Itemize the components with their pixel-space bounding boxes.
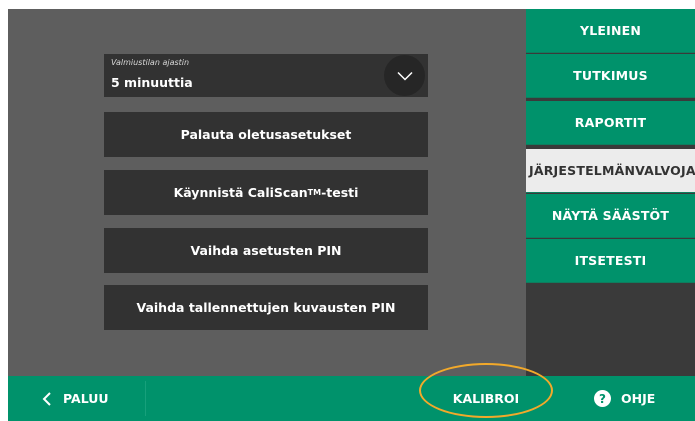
standby-timer-dropdown[interactable]: Valmiustilan ajastin 5 minuuttia (104, 54, 428, 97)
bottom-bar: PALUU KALIBROI ? OHJE (8, 376, 695, 421)
trademark-mark: TM (307, 188, 322, 197)
chevron-left-icon (42, 391, 51, 406)
change-images-pin-button[interactable]: Vaihda tallennettujen kuvausten PIN (104, 285, 428, 330)
help-icon: ? (594, 390, 611, 407)
main-panel: Valmiustilan ajastin 5 minuuttia Palauta… (8, 9, 526, 376)
tab-display-savings[interactable]: NÄYTÄ SÄÄSTÖT (526, 194, 695, 238)
help-label: OHJE (621, 391, 656, 406)
change-settings-pin-button[interactable]: Vaihda asetusten PIN (104, 228, 428, 273)
tab-examination[interactable]: TUTKIMUS (526, 54, 695, 98)
reset-defaults-button[interactable]: Palauta oletusasetukset (104, 112, 428, 157)
caliscan-suffix: -testi (321, 185, 359, 200)
help-button[interactable]: ? OHJE (594, 376, 684, 421)
sidebar: YLEINEN TUTKIMUS RAPORTIT JÄRJESTELMÄNVA… (526, 9, 695, 376)
start-caliscan-button[interactable]: Käynnistä CaliScan TM -testi (104, 170, 428, 215)
tab-reports[interactable]: RAPORTIT (526, 101, 695, 145)
tab-general[interactable]: YLEINEN (526, 9, 695, 53)
back-button[interactable]: PALUU (8, 376, 146, 421)
chevron-down-icon[interactable] (384, 55, 425, 96)
screen: Valmiustilan ajastin 5 minuuttia Palauta… (8, 9, 695, 421)
tab-self-test[interactable]: ITSETESTI (526, 239, 695, 283)
divider (145, 381, 146, 416)
caliscan-label: Käynnistä CaliScan (173, 185, 308, 200)
dropdown-value: 5 minuuttia (111, 75, 193, 90)
back-label: PALUU (63, 391, 109, 406)
tab-administrator[interactable]: JÄRJESTELMÄNVALVOJA (526, 149, 695, 193)
dropdown-label: Valmiustilan ajastin (111, 58, 190, 67)
calibrate-button[interactable]: KALIBROI (420, 376, 552, 421)
